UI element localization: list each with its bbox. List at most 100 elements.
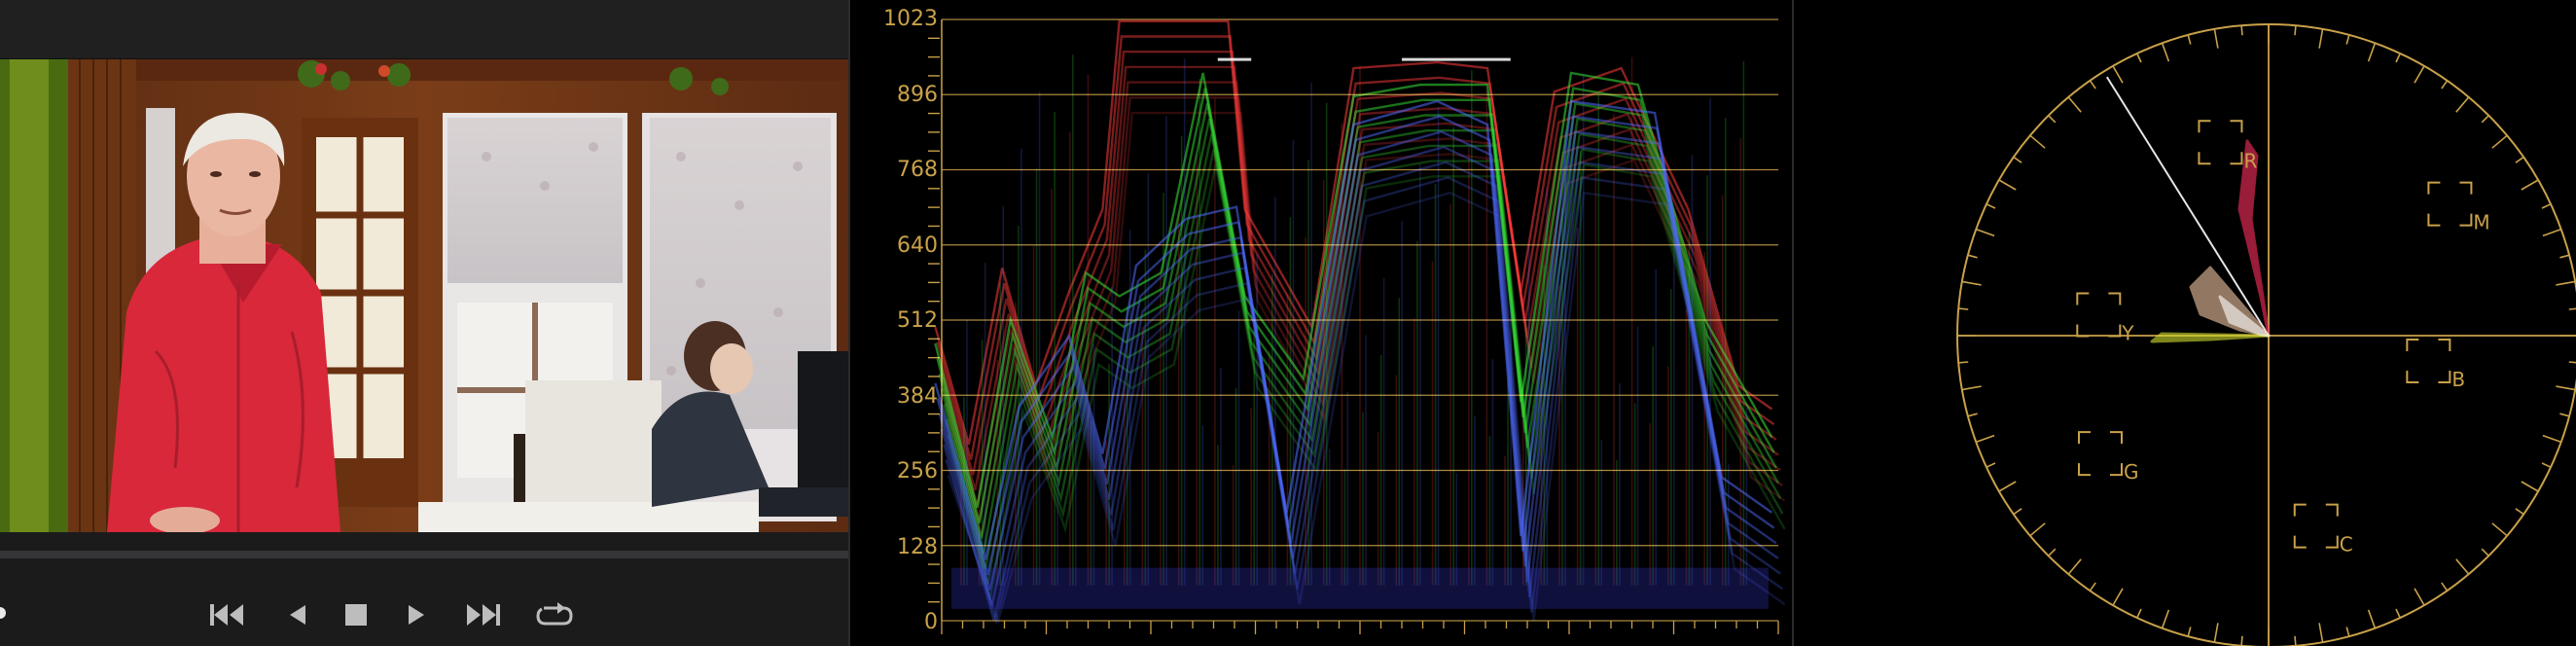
vectorscope-degree-tick [2136,53,2142,63]
vectorscope-degree-tick [2521,481,2539,492]
vectorscope-degree-tick [2455,96,2470,113]
vectorscope-target-c: C [2293,503,2353,556]
vectorscope-target-label: C [2340,533,2353,556]
vectorscope-degree-tick [2048,548,2057,556]
vectorscope-degree-tick [2187,34,2192,45]
vectorscope-degree-tick [2515,156,2524,163]
waveform-floor-band [951,567,1769,609]
vectorscope-degree-tick [2089,80,2096,90]
waveform-graph[interactable] [848,0,1792,646]
vectorscope-targets: M R Y B G C [2076,120,2490,556]
vectorscope-target-y: Y [2076,292,2134,345]
vectorscope-degree-tick [2481,115,2489,124]
vectorscope-degree-tick [2455,558,2470,575]
vectorscope-target-m: M [2427,181,2490,234]
vectorscope-degree-tick [1998,481,2017,492]
vectorscope-degree-tick [2067,96,2082,113]
skip-to-end-button[interactable] [461,597,504,632]
vectorscope-degree-tick [2318,28,2324,49]
stop-icon [345,604,367,626]
vectorscope-degree-tick [2318,623,2324,643]
vectorscope-degree-tick [2395,53,2401,63]
vectorscope-degree-tick [2491,522,2508,537]
vectorscope-degree-tick [2568,307,2576,310]
vectorscope-target-label: G [2124,460,2139,484]
vectorscope-degree-tick [1998,179,2017,191]
vectorscope-degree-tick [2541,462,2552,468]
vectorscope-degree-tick [2568,361,2576,364]
vectorscope-degree-tick [1958,361,1969,364]
vectorscope-degree-tick [2515,508,2524,516]
skip-to-start-icon [210,604,243,626]
vectorscope-degree-tick [2013,508,2022,516]
viewer-header [0,0,848,59]
video-frame-image [0,59,848,532]
vectorscope-degree-tick [2294,635,2297,646]
vectorscope-degree-tick [2048,115,2057,124]
stop-button[interactable] [335,597,377,632]
vectorscope-signal-blob [2150,332,2271,343]
vectorscope-degree-tick [2559,413,2570,417]
vectorscope-degree-tick [2089,582,2096,592]
vectorscope-degree-tick [2067,558,2082,575]
vectorscope-degree-tick [1958,307,1969,310]
vectorscope-degree-tick [2481,548,2489,556]
vectorscope-target-label: M [2473,211,2489,234]
vectorscope-degree-tick [2441,582,2449,592]
vectorscope-degree-tick [2441,80,2449,90]
vectorscope-degree-tick [2112,588,2124,606]
skip-to-start-button[interactable] [206,597,249,632]
vectorscope-degree-tick [2541,203,2552,209]
vectorscope-degree-tick [2294,25,2297,36]
vectorscope-degree-tick [2542,434,2561,444]
vectorscope-target-label: Y [2121,322,2134,345]
vectorscope-degree-tick [2395,608,2401,619]
vectorscope-target-label: R [2243,149,2257,172]
vectorscope-degree-tick [1967,254,1978,259]
vectorscope-degree-tick [2136,608,2142,619]
vectorscope-degree-tick [1961,385,1982,391]
vectorscope-degree-tick [1986,462,1996,468]
vectorscope-degree-tick [1986,203,1996,209]
vectorscope-degree-tick [2213,623,2219,643]
loop-icon [536,602,573,626]
vectorscope-degree-tick [1976,228,1995,237]
vectorscope-degree-tick [2556,385,2576,391]
vectorscope-degree-tick [2029,134,2046,149]
vectorscope-degree-tick [2240,635,2243,646]
vectorscope-degree-tick [2521,179,2539,191]
waveform-traces [934,19,1786,626]
vectorscope-degree-tick [2013,156,2022,163]
transport-controls [0,584,848,646]
vectorscope-degree-tick [2559,254,2570,259]
vectorscope-degree-tick [2161,43,2170,62]
loop-button[interactable] [533,597,576,632]
vectorscope-degree-tick [2367,609,2377,628]
vectorscope-target-label: B [2451,368,2465,391]
waveform-scope-panel: 1023 896 768 640 512 384 256 128 0 [848,0,1792,646]
vectorscope-degree-tick [2414,65,2425,84]
video-frame[interactable] [0,59,848,532]
vectorscope-target-g: G [2077,431,2139,484]
vectorscope-degree-tick [2187,627,2192,637]
vectorscope-graph[interactable]: M R Y B G C [1792,0,2576,646]
vectorscope-target-b: B [2406,339,2465,391]
vectorscope-degree-tick [2240,25,2243,36]
skip-to-end-icon [467,604,500,626]
vectorscope-degree-tick [1967,413,1978,417]
vectorscope-degree-tick [1976,434,1995,444]
vectorscope-degree-tick [2112,65,2124,84]
timeline-scrub-bar[interactable] [0,551,848,558]
vectorscope-degree-tick [2161,609,2170,628]
vectorscope-degree-tick [2213,28,2219,49]
vectorscope-degree-tick [2029,522,2046,537]
vectorscope-panel: M R Y B G C [1792,0,2576,646]
vectorscope-degree-tick [2556,280,2576,286]
vectorscope-degree-tick [2542,228,2561,237]
play-button[interactable] [395,597,438,632]
video-viewer-panel [0,0,848,646]
vectorscope-degree-tick [2345,34,2350,45]
vectorscope-degree-tick [2414,588,2425,606]
vectorscope-degree-tick [2491,134,2508,149]
previous-frame-button[interactable] [276,597,319,632]
